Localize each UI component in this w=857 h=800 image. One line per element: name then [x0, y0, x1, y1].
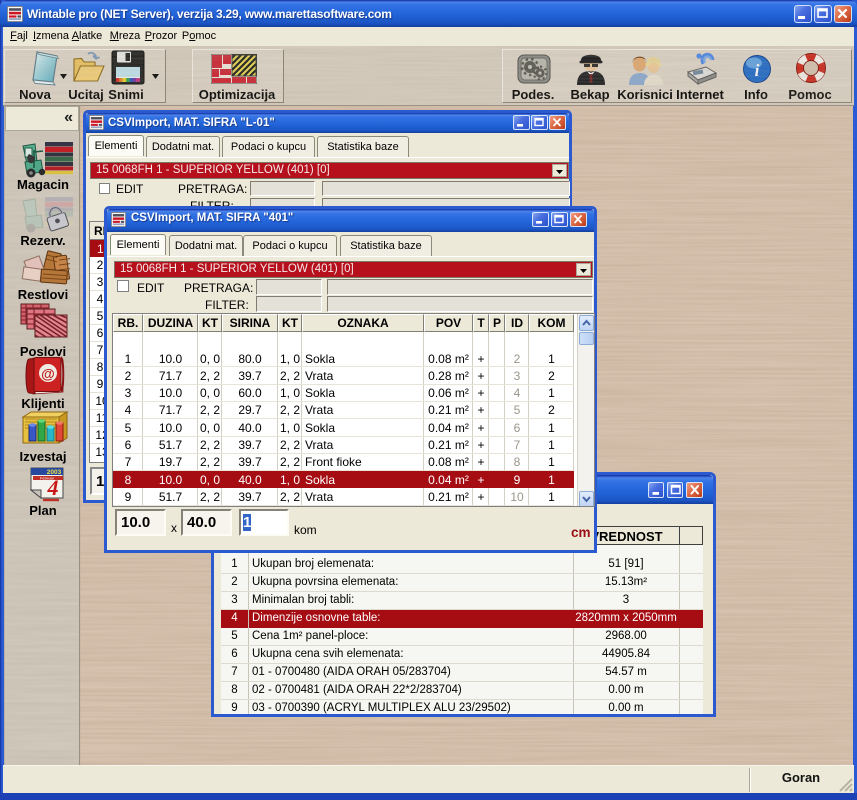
svg-text:4: 4 — [47, 475, 59, 500]
svg-text:@: @ — [41, 366, 55, 382]
svg-text:i: i — [755, 61, 760, 80]
